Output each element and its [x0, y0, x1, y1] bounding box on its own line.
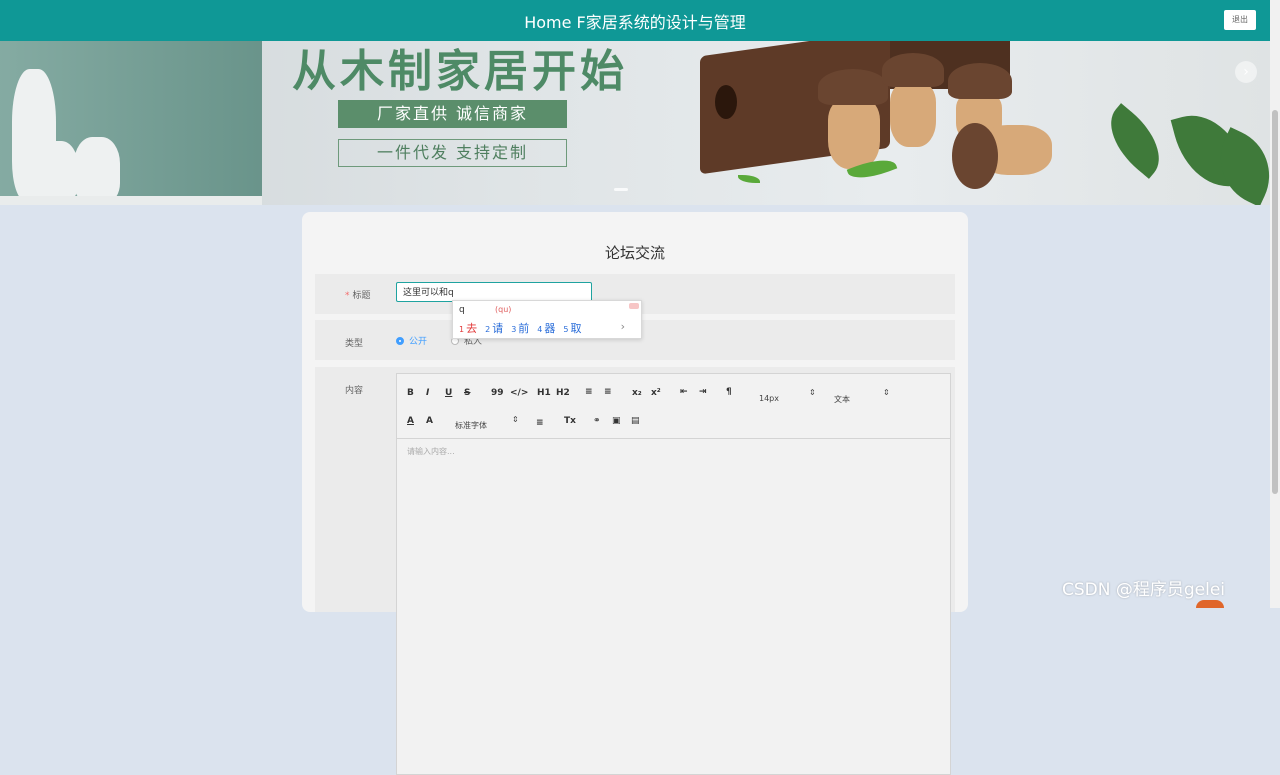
- logout-button[interactable]: 退出: [1224, 10, 1256, 30]
- font-size-select[interactable]: 14px: [759, 394, 779, 403]
- page-scrollbar[interactable]: [1270, 0, 1280, 608]
- bullet-list-button[interactable]: ≡: [604, 387, 612, 397]
- vase-medium: [74, 137, 120, 203]
- rich-text-editor[interactable]: B I U S 99 </> H1 H2 ≡ ≡ x₂ x² ⇤ ⇥ ¶ 14p…: [396, 373, 951, 775]
- ime-candidate-list: 1去 2请 3前 4器 5取: [459, 320, 581, 336]
- banner-shelf: [0, 196, 262, 205]
- outdent-button[interactable]: ⇤: [680, 387, 688, 397]
- text-direction-button[interactable]: ¶: [726, 387, 732, 397]
- banner-tag-custom: 一件代发 支持定制: [338, 139, 567, 167]
- ime-candidate-5[interactable]: 5取: [563, 320, 581, 336]
- ime-indicator-icon: [629, 303, 639, 309]
- ime-candidate-2[interactable]: 2请: [485, 320, 503, 336]
- indent-button[interactable]: ⇥: [699, 387, 707, 397]
- mushroom-cap-3: [948, 63, 1012, 99]
- ime-typed-text: q: [459, 305, 465, 315]
- corner-decoration: [1196, 600, 1224, 608]
- h1-button[interactable]: H1: [537, 388, 551, 398]
- font-color-button[interactable]: A: [407, 416, 414, 426]
- ime-candidate-4[interactable]: 4器: [537, 320, 555, 336]
- font-family-chevron-icon[interactable]: ⇕: [512, 415, 519, 424]
- carousel-indicator[interactable]: [614, 188, 628, 191]
- csdn-watermark: CSDN @程序员gelei: [1062, 580, 1226, 600]
- clean-format-button[interactable]: Tx: [564, 416, 576, 426]
- radio-public-dot: [396, 336, 404, 345]
- header-select[interactable]: 文本: [834, 394, 850, 405]
- image-icon[interactable]: ▣: [612, 416, 621, 426]
- mushroom-stem-1: [828, 99, 880, 169]
- mushroom-cap-4: [952, 123, 998, 189]
- ime-candidate-1[interactable]: 1去: [459, 320, 477, 336]
- scrollbar-thumb[interactable]: [1272, 110, 1278, 494]
- font-family-select[interactable]: 标准字体: [455, 420, 487, 431]
- video-icon[interactable]: ▤: [631, 416, 640, 426]
- vase-small: [36, 141, 78, 203]
- ordered-list-button[interactable]: ≡: [585, 387, 593, 397]
- title-label-text: 标题: [352, 291, 371, 301]
- h2-button[interactable]: H2: [556, 388, 570, 398]
- mushroom-cap-1: [818, 69, 888, 105]
- link-icon[interactable]: ⚭: [593, 416, 601, 426]
- mushroom-stem-2: [890, 83, 936, 147]
- content-row: 内容 B I U S 99 </> H1 H2 ≡ ≡ x₂ x² ⇤ ⇥ ¶ …: [315, 367, 955, 775]
- strike-button[interactable]: S: [464, 388, 470, 398]
- banner-carousel[interactable]: 从木制家居开始 厂家直供 诚信商家 一件代发 支持定制 ›: [0, 41, 1270, 205]
- app-title: Home F家居系统的设计与管理: [524, 12, 746, 32]
- ime-candidate-3[interactable]: 3前: [511, 320, 529, 336]
- title-label: * 标题: [345, 288, 371, 301]
- leaf-5: [738, 175, 760, 183]
- carousel-next-icon[interactable]: ›: [1235, 61, 1257, 83]
- banner-headline: 从木制家居开始: [292, 46, 628, 97]
- top-header: Home F家居系统的设计与管理 退出: [0, 0, 1270, 41]
- page-title: 论坛交流: [604, 244, 665, 262]
- mushroom-cap-2: [882, 53, 944, 87]
- bold-button[interactable]: B: [407, 388, 414, 398]
- header-chevron-icon[interactable]: ⇕: [883, 388, 890, 397]
- wood-box-hole: [715, 85, 737, 119]
- banner-tag-direct: 厂家直供 诚信商家: [338, 100, 567, 128]
- superscript-button[interactable]: x²: [651, 388, 661, 398]
- forum-form-card: 论坛交流 * 标题 这里可以和q 类型 公开 私人 内容 B I U S 99 …: [302, 212, 968, 775]
- editor-toolbar: B I U S 99 </> H1 H2 ≡ ≡ x₂ x² ⇤ ⇥ ¶ 14p…: [397, 374, 950, 439]
- leaf-1: [1095, 103, 1175, 179]
- italic-button[interactable]: I: [426, 388, 429, 398]
- editor-placeholder: 请输入内容...: [407, 447, 455, 456]
- subscript-button[interactable]: x₂: [632, 388, 642, 398]
- radio-public-label: 公开: [409, 337, 428, 347]
- radio-public[interactable]: 公开: [396, 334, 427, 347]
- type-label: 类型: [345, 339, 364, 349]
- font-size-chevron-icon[interactable]: ⇕: [809, 388, 816, 397]
- required-mark: *: [345, 291, 350, 301]
- ime-next-page-icon[interactable]: ›: [621, 320, 625, 333]
- ime-pinyin: (qu): [495, 305, 512, 314]
- code-button[interactable]: </>: [510, 388, 528, 398]
- blockquote-button[interactable]: 99: [491, 388, 504, 398]
- underline-button[interactable]: U: [445, 388, 452, 398]
- title-input[interactable]: 这里可以和q: [396, 282, 592, 302]
- ime-candidate-popup: q (qu) 1去 2请 3前 4器 5取 ›: [452, 300, 642, 339]
- content-label: 内容: [345, 386, 364, 396]
- align-button[interactable]: ≡: [536, 418, 544, 428]
- background-color-button[interactable]: A: [426, 416, 433, 426]
